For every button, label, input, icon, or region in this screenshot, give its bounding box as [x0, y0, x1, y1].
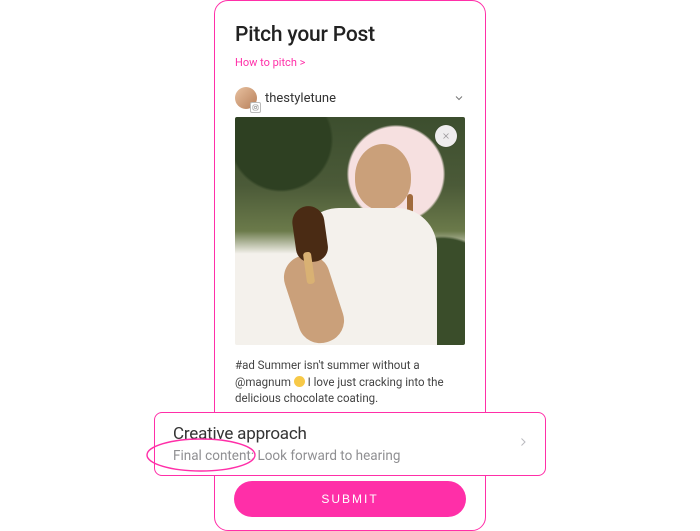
image-figure — [299, 144, 437, 340]
caption-line1: #ad Summer isn't summer without a — [235, 358, 420, 372]
creative-approach-card[interactable]: Creative approach Final content: Look fo… — [154, 412, 546, 476]
overlay-title: Creative approach — [173, 424, 400, 444]
chevron-right-icon — [517, 432, 529, 456]
how-to-pitch-link[interactable]: How to pitch > — [235, 56, 305, 69]
instagram-icon — [250, 102, 261, 113]
caption-line2a: @magnum — [235, 375, 294, 389]
submit-button[interactable]: SUBMIT — [234, 481, 466, 517]
smile-emoji-icon — [294, 376, 305, 387]
overlay-text: Creative approach Final content: Look fo… — [173, 424, 400, 464]
remove-image-button[interactable] — [435, 125, 457, 147]
page-title: Pitch your Post — [235, 23, 465, 47]
chevron-down-icon — [453, 89, 465, 108]
username-label: thestyletune — [265, 91, 336, 106]
account-selector[interactable]: thestyletune — [235, 87, 465, 109]
account-left: thestyletune — [235, 87, 336, 109]
post-caption: #ad Summer isn't summer without a @magnu… — [235, 357, 465, 407]
caption-line3: delicious chocolate coating. — [235, 391, 378, 405]
caption-line2b: I love just cracking into the — [305, 375, 444, 389]
avatar — [235, 87, 257, 109]
post-image — [235, 117, 465, 345]
overlay-subtitle: Final content: Look forward to hearing — [173, 448, 400, 464]
